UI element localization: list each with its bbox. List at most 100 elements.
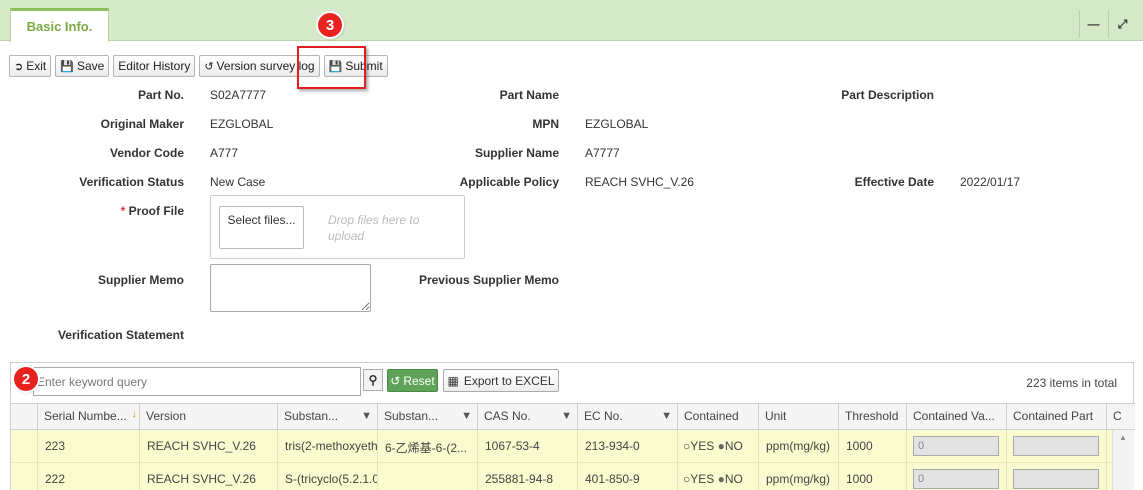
header-substance-2[interactable]: Substan... ▼ [377,404,477,430]
radio-no[interactable]: ● [718,472,725,486]
editor-history-button[interactable]: Editor History [113,55,196,77]
exit-label: Exit [26,59,47,73]
contained-value-input[interactable]: 0 [913,469,999,489]
grid-toolbar: Enter keyword query ⚲ ↺ Reset ▦ Export to … [11,363,1133,403]
exit-button[interactable]: ➲ Exit [9,55,52,77]
radio-yes-label: YES [690,472,715,486]
supplier-memo-label: Supplier Memo [97,273,184,287]
part-no-value: S02A7777 [210,88,267,102]
export-label: Export to EXCEL [463,373,555,388]
minimize-icon: — [1087,17,1100,31]
header-contained-value[interactable]: Contained Va... [906,404,1006,430]
reset-icon: ↺ [390,373,401,388]
history-icon: ↺ [204,60,214,73]
minimize-button[interactable]: — [1079,10,1107,38]
header-c-label: C [1113,409,1122,423]
verification-status-label: Verification Status [79,175,184,189]
cell-contained: ○YES ●NO [677,463,758,490]
header-serial[interactable]: Serial Numbe... ↓ [37,404,139,430]
vertical-scrollbar[interactable]: ▲ [1112,430,1134,490]
header-contained[interactable]: Contained [677,404,758,430]
maximize-icon: ⤢ [1117,16,1128,31]
contained-value-input[interactable]: 0 [913,436,999,456]
applicable-policy-value: REACH SVHC_V.26 [585,175,694,189]
export-excel-button[interactable]: ▦ Export to EXCEL [443,369,559,392]
filter-icon[interactable]: ▼ [461,410,472,422]
header-cas[interactable]: CAS No. ▼ [477,404,577,430]
header-substance-1-label: Substan... [284,409,339,423]
filter-icon[interactable]: ▼ [661,410,672,422]
header-cas-label: CAS No. [484,409,531,423]
filter-icon[interactable]: ▼ [361,410,372,422]
cell-serial: 222 [37,463,139,490]
part-description-label: Part Description [841,88,934,102]
editor-history-label: Editor History [118,59,191,73]
mpn-label: MPN [532,117,559,131]
cell-contained-part [1006,463,1106,490]
applicable-policy-label: Applicable Policy [459,175,559,189]
submit-highlight [297,46,366,89]
cell-version: REACH SVHC_V.26 [139,430,277,463]
supplier-memo-field[interactable] [210,264,371,312]
reset-button[interactable]: ↺ Reset [387,369,438,392]
filter-icon[interactable]: ▼ [561,410,572,422]
sort-down-icon[interactable]: ↓ [132,408,138,420]
original-maker-label: Original Maker [100,117,184,131]
cell-version: REACH SVHC_V.26 [139,463,277,490]
select-files-button[interactable]: Select files... [219,206,304,249]
cell-cas: 1067-53-4 [477,430,577,463]
cell-serial: 223 [37,430,139,463]
vendor-code-label: Vendor Code [109,146,184,160]
maximize-button[interactable]: ⤢ [1108,10,1136,38]
row-select[interactable] [11,463,37,490]
mpn-value: EZGLOBAL [585,117,649,131]
contained-part-input[interactable] [1013,469,1099,489]
header-contained-value-label: Contained Va... [913,409,995,423]
part-no-label: Part No. [137,88,184,102]
effective-date-value: 2022/01/17 [960,175,1021,189]
cell-contained-part [1006,430,1106,463]
header-contained-part[interactable]: Contained Part [1006,404,1106,430]
file-dropzone[interactable]: Select files... Drop files here to uploa… [210,195,465,259]
header-substance-1[interactable]: Substan... ▼ [277,404,377,430]
cell-substance-1: tris(2-methoxyeth [277,430,377,463]
radio-no[interactable]: ● [718,439,725,453]
drop-hint: Drop files here to upload [328,213,420,243]
proof-file-label: * Proof File [121,204,184,218]
supplier-name-label: Supplier Name [474,146,559,160]
header-c[interactable]: C [1106,404,1135,430]
header-ec-label: EC No. [584,409,623,423]
verification-status-value: New Case [210,175,266,189]
contained-part-input[interactable] [1013,436,1099,456]
cell-ec: 213-934-0 [577,430,677,463]
radio-yes-label: YES [690,439,715,453]
verification-statement-label: Verification Statement [57,328,184,342]
supplier-name-value: A7777 [585,146,620,160]
keyword-search-input[interactable]: Enter keyword query [33,367,361,396]
step-badge-2: 2 [14,367,38,391]
radio-no-label: NO [724,472,743,486]
scroll-up-icon[interactable]: ▲ [1119,433,1127,442]
header-select [11,404,37,430]
header-version-label: Version [146,409,187,423]
header-serial-label: Serial Numbe... [44,409,127,423]
header-contained-part-label: Contained Part [1013,409,1094,423]
row-select[interactable] [11,430,37,463]
header-substance-2-label: Substan... [384,409,439,423]
table-row[interactable]: 223 REACH SVHC_V.26 tris(2-methoxyeth 6-… [11,430,1112,463]
search-button[interactable]: ⚲ [363,369,383,391]
save-icon: 💾 [60,60,74,73]
required-mark: * [120,204,126,218]
save-button[interactable]: 💾 Save [55,55,110,77]
cell-contained-value: 0 [906,463,1006,490]
header-version[interactable]: Version [139,404,277,430]
cell-ec: 401-850-9 [577,463,677,490]
radio-no-label: NO [724,439,743,453]
original-maker-value: EZGLOBAL [210,117,274,131]
cell-cas: 255881-94-8 [477,463,577,490]
header-threshold[interactable]: Threshold [838,404,906,430]
table-row[interactable]: 222 REACH SVHC_V.26 S-(tricyclo(5.2.1.0 … [11,463,1112,490]
header-unit[interactable]: Unit [758,404,838,430]
header-ec[interactable]: EC No. ▼ [577,404,677,430]
tab-basic-info[interactable]: Basic Info. [10,8,109,42]
